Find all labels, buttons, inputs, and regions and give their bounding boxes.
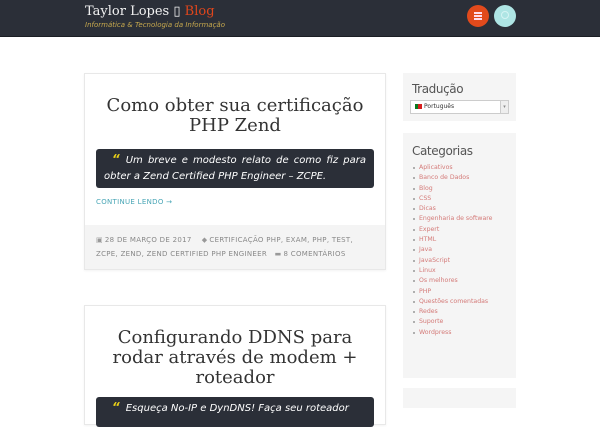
- category-link[interactable]: Redes: [413, 307, 516, 317]
- excerpt-text: Um breve e modesto relato de como fiz pa…: [104, 155, 366, 182]
- dropdown-arrow-icon: ▾: [500, 101, 508, 113]
- widget-title: Categorias: [412, 144, 473, 158]
- hamburger-icon-line: [474, 15, 482, 17]
- excerpt-text: Esqueça No-IP e DynDNS! Faça seu roteado…: [125, 403, 349, 414]
- site-title-text: Taylor Lopes: [85, 4, 170, 19]
- hamburger-icon: [474, 12, 482, 14]
- sidebar-widget: [403, 388, 516, 408]
- site-title[interactable]: Taylor Lopes ▯ Blog: [85, 4, 215, 19]
- category-link[interactable]: PHP: [413, 287, 516, 297]
- selected-language: Português: [424, 103, 455, 110]
- category-link[interactable]: Linux: [413, 266, 516, 276]
- category-link[interactable]: Java: [413, 245, 516, 255]
- hamburger-icon-line: [474, 18, 482, 20]
- widget-title: Tradução: [412, 82, 464, 96]
- portugal-flag-icon: [415, 104, 422, 109]
- categories-widget: Categorias Aplicativos Banco de Dados Blog…: [403, 133, 516, 378]
- post-excerpt: “Um breve e modesto relato de como fiz p…: [96, 149, 374, 188]
- continue-reading-link[interactable]: CONTINUE LENDO →: [96, 198, 374, 206]
- category-link[interactable]: Dicas: [413, 204, 516, 214]
- category-link[interactable]: Questões comentadas: [413, 297, 516, 307]
- category-link[interactable]: CSS: [413, 194, 516, 204]
- post-card: Configurando DDNS para rodar através de …: [84, 305, 386, 427]
- post-comments[interactable]: 8 COMENTÁRIOS: [284, 250, 346, 258]
- category-link[interactable]: HTML: [413, 235, 516, 245]
- category-list: Aplicativos Banco de Dados Blog CSS Dicas Eng…: [403, 162, 516, 338]
- category-link[interactable]: Aplicativos: [413, 163, 516, 173]
- post-date[interactable]: 28 DE MARÇO DE 2017: [105, 236, 192, 244]
- post-excerpt: “ Esqueça No-IP e DynDNS! Faça seu rotead…: [96, 397, 374, 427]
- translation-widget: Tradução Português ▾: [403, 73, 516, 121]
- quote-icon: “: [112, 152, 120, 166]
- quote-icon: “: [112, 400, 120, 414]
- tag-icon: ◆: [201, 236, 208, 244]
- language-select[interactable]: Português ▾: [410, 100, 509, 114]
- category-link[interactable]: Expert: [413, 225, 516, 235]
- post-card: Como obter sua certificação PHP Zend “Um…: [84, 73, 386, 270]
- category-link[interactable]: Wordpress: [413, 328, 516, 338]
- menu-button[interactable]: [467, 5, 489, 27]
- search-button[interactable]: [494, 5, 516, 27]
- post-title[interactable]: Como obter sua certificação PHP Zend: [85, 74, 385, 136]
- site-title-accent: Blog: [184, 4, 215, 19]
- post-title[interactable]: Configurando DDNS para rodar através de …: [85, 306, 385, 388]
- category-link[interactable]: Banco de Dados: [413, 173, 516, 183]
- comment-icon: ▬: [274, 250, 282, 258]
- category-link[interactable]: Engenharia de software: [413, 214, 516, 224]
- calendar-icon: ▣: [96, 236, 103, 244]
- category-link[interactable]: Suporte: [413, 317, 516, 327]
- category-link[interactable]: Os melhores: [413, 276, 516, 286]
- post-meta: ▣ 28 DE MARÇO DE 2017 ◆ CERTIFICAÇÃO PHP, …: [85, 225, 385, 269]
- title-separator: ▯: [173, 4, 181, 19]
- category-link[interactable]: JavaScript: [413, 256, 516, 266]
- category-link[interactable]: Blog: [413, 184, 516, 194]
- site-tagline: Informática & Tecnologia da Informação: [85, 21, 225, 29]
- site-header: Taylor Lopes ▯ Blog Informática & Tecnol…: [0, 0, 600, 37]
